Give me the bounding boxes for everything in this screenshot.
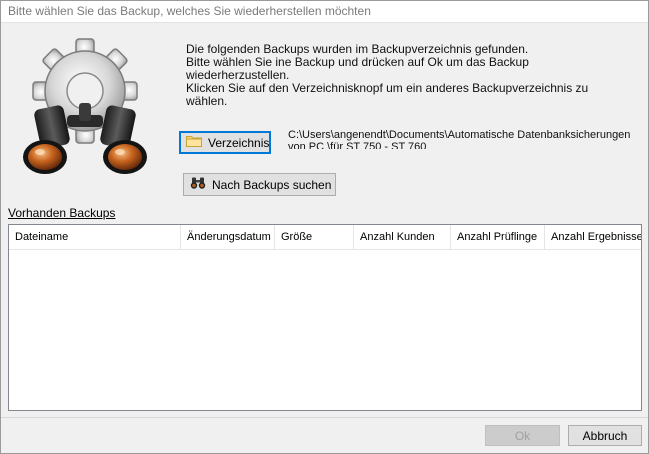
column-header-modified[interactable]: Änderungsdatum — [181, 225, 275, 249]
search-backups-button[interactable]: Nach Backups suchen — [183, 173, 336, 196]
ok-button[interactable]: Ok — [485, 425, 560, 446]
backups-list[interactable]: Dateiname Änderungsdatum Größe Anzahl Ku… — [8, 224, 642, 411]
backups-list-header: Dateiname Änderungsdatum Größe Anzahl Ku… — [9, 225, 641, 250]
folder-icon — [186, 135, 202, 150]
intro-line-2: Bitte wählen Sie ine Backup und drücken … — [186, 55, 529, 82]
directory-path: C:\Users\angenendt\Documents\Automatisch… — [288, 129, 631, 149]
intro-text: Die folgenden Backups wurden im Backupve… — [186, 43, 631, 108]
column-header-size[interactable]: Größe — [275, 225, 354, 249]
column-header-customers[interactable]: Anzahl Kunden — [354, 225, 451, 249]
binoculars-icon — [190, 177, 206, 192]
search-backups-label: Nach Backups suchen — [212, 177, 332, 192]
column-header-results[interactable]: Anzahl Ergebnisse — [545, 225, 641, 249]
backup-restore-dialog: Bitte wählen Sie das Backup, welches Sie… — [0, 0, 649, 454]
column-header-specimens[interactable]: Anzahl Prüflinge — [451, 225, 545, 249]
column-header-filename[interactable]: Dateiname — [9, 225, 181, 249]
backups-section-label: Vorhanden Backups — [8, 206, 116, 220]
footer-divider — [1, 417, 648, 418]
window-title: Bitte wählen Sie das Backup, welches Sie… — [1, 1, 648, 23]
intro-line-3: Klicken Sie auf den Verzeichnisknopf um … — [186, 81, 589, 108]
directory-button[interactable]: Verzeichnis — [179, 131, 271, 154]
directory-button-label: Verzeichnis — [208, 135, 270, 150]
cancel-button[interactable]: Abbruch — [568, 425, 642, 446]
gear-binoculars-icon — [5, 29, 165, 179]
